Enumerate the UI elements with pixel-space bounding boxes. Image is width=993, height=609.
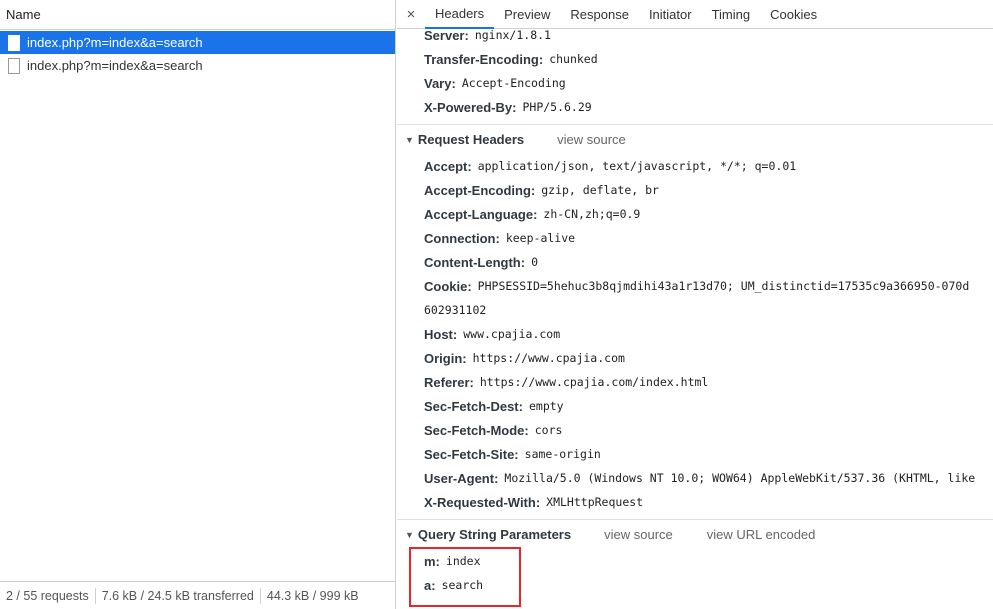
header-key: Origin:: [424, 350, 467, 366]
header-value: Mozilla/5.0 (Windows NT 10.0; WOW64) App…: [504, 471, 976, 485]
header-value: XMLHttpRequest: [546, 495, 644, 509]
header-line: Sec-Fetch-Mode: cors: [397, 418, 993, 442]
header-value: 0: [531, 255, 539, 269]
file-icon: [8, 57, 20, 74]
name-column-header[interactable]: Name: [0, 0, 395, 30]
header-value: cors: [534, 423, 563, 437]
header-key: Accept-Language:: [424, 206, 538, 222]
tab-cookies[interactable]: Cookies: [760, 0, 827, 29]
section-title: Request Headers: [417, 132, 525, 147]
header-line: User-Agent: Mozilla/5.0 (Windows NT 10.0;…: [397, 466, 993, 490]
query-params-section[interactable]: ▼ Query String Parameters view source vi…: [397, 519, 993, 549]
header-value: PHPSESSID=5hehuc3b8qjmdihi43a1r13d70; UM…: [477, 279, 970, 293]
request-headers-section[interactable]: ▼ Request Headers view source: [397, 124, 993, 154]
header-value: PHP/5.6.29: [522, 100, 592, 114]
request-name: index.php?m=index&a=search: [27, 35, 203, 50]
header-line: X-Powered-By: PHP/5.6.29: [397, 95, 993, 119]
view-url-encoded-link[interactable]: view URL encoded: [707, 527, 816, 542]
header-value: chunked: [549, 52, 598, 66]
caret-down-icon: ▼: [405, 134, 414, 145]
header-key: Host:: [424, 326, 458, 342]
request-row[interactable]: index.php?m=index&a=search: [0, 54, 395, 77]
header-value: gzip, deflate, br: [541, 183, 659, 197]
header-key: Content-Length:: [424, 254, 526, 270]
header-key: Connection:: [424, 230, 500, 246]
tab-preview[interactable]: Preview: [494, 0, 560, 29]
header-key: Accept-Encoding:: [424, 182, 536, 198]
header-line: Cookie: PHPSESSID=5hehuc3b8qjmdihi43a1r13…: [397, 274, 993, 298]
header-line: Origin: https://www.cpajia.com: [397, 346, 993, 370]
header-line: Accept: application/json, text/javascript…: [397, 154, 993, 178]
caret-down-icon: ▼: [405, 529, 414, 540]
view-source-link[interactable]: view source: [557, 132, 626, 147]
file-icon: [8, 34, 20, 51]
request-list-panel: Name index.php?m=index&a=search index.ph…: [0, 0, 396, 609]
request-name: index.php?m=index&a=search: [27, 58, 203, 73]
tab-timing[interactable]: Timing: [702, 0, 761, 29]
header-line: Connection: keep-alive: [397, 226, 993, 250]
name-column-label: Name: [6, 7, 41, 22]
header-line: Accept-Language: zh-CN,zh;q=0.9: [397, 202, 993, 226]
header-value: www.cpajia.com: [463, 327, 561, 341]
header-value: https://www.cpajia.com: [472, 351, 625, 365]
header-value: https://www.cpajia.com/index.html: [479, 375, 709, 389]
section-title: Query String Parameters: [417, 527, 572, 542]
transferred-size: 7.6 kB / 24.5 kB transferred: [101, 588, 254, 603]
view-source-link[interactable]: view source: [604, 527, 673, 542]
header-key: Sec-Fetch-Dest:: [424, 398, 523, 414]
header-key: Sec-Fetch-Mode:: [424, 422, 529, 438]
header-key: Transfer-Encoding:: [424, 51, 544, 67]
header-value: Accept-Encoding: [461, 76, 566, 90]
header-key: X-Requested-With:: [424, 494, 541, 510]
header-line: Host: www.cpajia.com: [397, 322, 993, 346]
header-value: zh-CN,zh;q=0.9: [543, 207, 641, 221]
header-line: Sec-Fetch-Dest: empty: [397, 394, 993, 418]
header-value: empty: [528, 399, 564, 413]
resources-size: 44.3 kB / 999 kB: [266, 588, 359, 603]
requests-count: 2 / 55 requests: [6, 588, 89, 603]
header-key: X-Powered-By:: [424, 99, 517, 115]
header-line: Referer: https://www.cpajia.com/index.htm…: [397, 370, 993, 394]
header-value: keep-alive: [505, 231, 576, 245]
header-key: Sec-Fetch-Site:: [424, 446, 519, 462]
tab-response[interactable]: Response: [560, 0, 639, 29]
header-line: Transfer-Encoding: chunked: [397, 47, 993, 71]
header-line: Content-Length: 0: [397, 250, 993, 274]
header-line: X-Requested-With: XMLHttpRequest: [397, 490, 993, 514]
header-value: application/json, text/javascript, */*; …: [477, 159, 797, 173]
header-key: Referer:: [424, 374, 474, 390]
request-row-selected[interactable]: index.php?m=index&a=search: [0, 31, 395, 54]
header-value: nginx/1.8.1: [474, 28, 551, 42]
highlight-annotation-box: [409, 547, 521, 607]
header-key: Server:: [424, 27, 469, 43]
header-value: same-origin: [524, 447, 601, 461]
header-key: Cookie:: [424, 278, 472, 294]
header-line: Sec-Fetch-Site: same-origin: [397, 442, 993, 466]
tab-initiator[interactable]: Initiator: [639, 0, 702, 29]
header-line-continued: 602931102: [397, 298, 993, 322]
header-key: Accept:: [424, 158, 472, 174]
header-value: 602931102: [424, 303, 487, 317]
header-line: Vary: Accept-Encoding: [397, 71, 993, 95]
tab-headers[interactable]: Headers: [425, 0, 495, 29]
header-line: Accept-Encoding: gzip, deflate, br: [397, 178, 993, 202]
close-icon[interactable]: ×: [397, 6, 425, 23]
details-panel: × Headers Preview Response Initiator Tim…: [397, 0, 993, 609]
header-key: User-Agent:: [424, 470, 499, 486]
header-key: Vary:: [424, 75, 456, 91]
status-bar: 2 / 55 requests 7.6 kB / 24.5 kB transfe…: [0, 581, 395, 609]
